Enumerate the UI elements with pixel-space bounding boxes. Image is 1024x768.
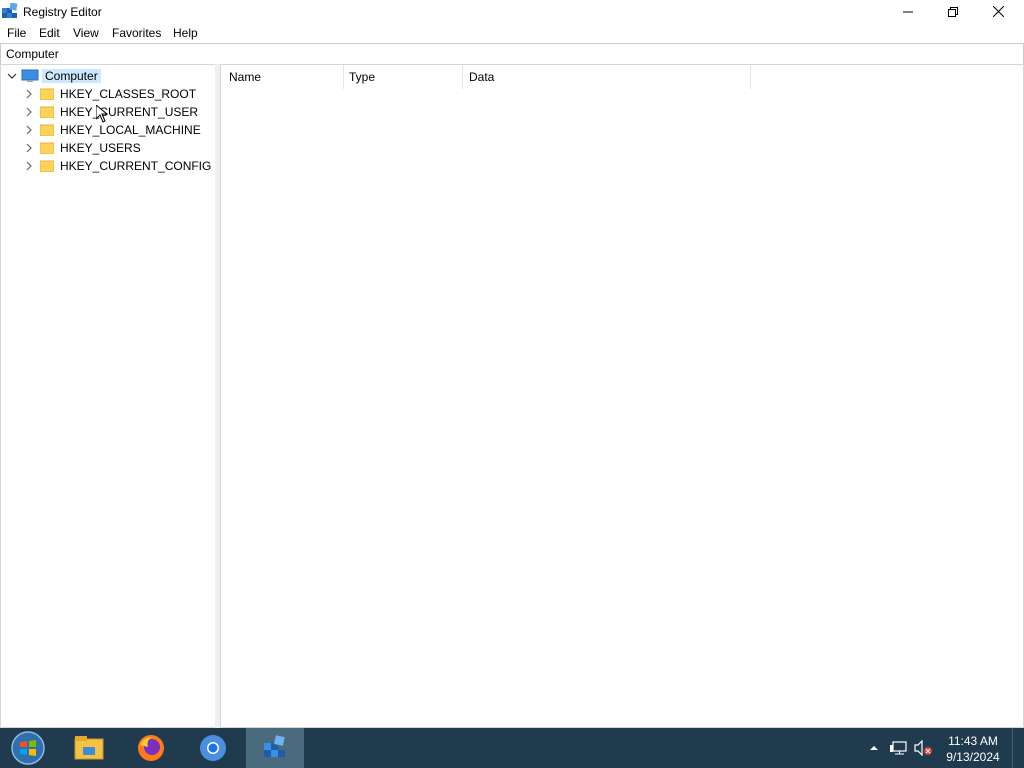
menu-view[interactable]: View — [73, 26, 99, 40]
clock-time: 11:43 AM — [948, 734, 998, 748]
volume-muted-icon — [914, 740, 932, 756]
restore-button[interactable] — [930, 0, 975, 23]
registry-editor-icon — [2, 3, 18, 18]
taskbar-clock[interactable]: 11:43 AM 9/13/2024 — [938, 733, 1008, 765]
show-hidden-icons-button[interactable] — [866, 738, 882, 758]
folder-icon — [40, 160, 54, 172]
tree-item-computer[interactable]: Computer — [7, 67, 101, 85]
menu-help[interactable]: Help — [173, 26, 198, 40]
tree-item-label: HKEY_USERS — [60, 141, 141, 155]
menu-bar: File Edit View Favorites Help — [0, 23, 1024, 43]
tree-item-hkey-users[interactable]: HKEY_USERS — [24, 139, 141, 157]
chevron-right-icon[interactable] — [24, 143, 34, 153]
folder-icon — [40, 124, 54, 136]
chevron-right-icon[interactable] — [24, 107, 34, 117]
title-bar: Registry Editor — [0, 0, 1024, 23]
tree-item-hkey-current-config[interactable]: HKEY_CURRENT_CONFIG — [24, 157, 211, 175]
menu-edit[interactable]: Edit — [39, 26, 60, 40]
network-icon — [890, 741, 907, 755]
chevron-right-icon[interactable] — [24, 161, 34, 171]
taskbar-chrome[interactable] — [184, 728, 242, 768]
tree-item-hkey-current-user[interactable]: HKEY_CURRENT_USER — [24, 103, 198, 121]
chevron-up-icon — [870, 746, 878, 750]
file-explorer-icon — [74, 736, 104, 760]
chrome-icon — [200, 735, 226, 761]
column-divider[interactable] — [343, 65, 344, 89]
chevron-right-icon[interactable] — [24, 89, 34, 99]
tree-item-hkey-local-machine[interactable]: HKEY_LOCAL_MACHINE — [24, 121, 201, 139]
start-button[interactable] — [0, 728, 56, 768]
show-desktop-button[interactable] — [1012, 728, 1024, 768]
minimize-icon — [902, 11, 913, 12]
menu-file[interactable]: File — [7, 26, 26, 40]
address-value: Computer — [6, 47, 59, 61]
network-tray-button[interactable] — [888, 738, 910, 758]
tree-item-label: HKEY_CURRENT_CONFIG — [60, 159, 212, 173]
tree-item-label: Computer — [42, 69, 101, 83]
registry-editor-icon — [264, 735, 285, 757]
values-list-pane[interactable]: Name Type Data — [220, 64, 1024, 728]
close-button[interactable] — [976, 0, 1021, 23]
clock-date: 9/13/2024 — [946, 750, 1000, 764]
taskbar-file-explorer[interactable] — [60, 728, 118, 768]
volume-tray-button[interactable] — [912, 738, 934, 758]
key-tree-pane[interactable]: Computer HKEY_CLASSES_ROOT HKEY_CURRENT_… — [0, 64, 216, 728]
taskbar: 11:43 AM 9/13/2024 — [0, 728, 1024, 768]
window-title: Registry Editor — [23, 5, 102, 19]
tree-item-label: HKEY_LOCAL_MACHINE — [60, 123, 201, 137]
computer-icon — [21, 69, 39, 82]
close-icon — [993, 6, 1004, 17]
firefox-icon — [138, 735, 164, 761]
address-bar[interactable]: Computer — [0, 43, 1024, 65]
column-header-data[interactable]: Data — [469, 65, 749, 89]
taskbar-firefox[interactable] — [122, 728, 180, 768]
taskbar-registry-editor[interactable] — [246, 728, 304, 768]
chevron-down-icon[interactable] — [7, 71, 17, 81]
column-header-type[interactable]: Type — [349, 65, 459, 89]
minimize-button[interactable] — [885, 0, 930, 23]
tree-item-hkey-classes-root[interactable]: HKEY_CLASSES_ROOT — [24, 85, 196, 103]
mouse-cursor-icon — [96, 105, 108, 123]
menu-favorites[interactable]: Favorites — [112, 26, 161, 40]
windows-start-icon — [11, 731, 45, 765]
chevron-right-icon[interactable] — [24, 125, 34, 135]
tree-item-label: HKEY_CURRENT_USER — [60, 105, 199, 119]
tree-item-label: HKEY_CLASSES_ROOT — [60, 87, 197, 101]
column-divider[interactable] — [750, 65, 751, 89]
folder-icon — [40, 142, 54, 154]
column-header-name[interactable]: Name — [229, 65, 341, 89]
folder-icon — [40, 106, 54, 118]
column-divider[interactable] — [462, 65, 463, 89]
folder-icon — [40, 88, 54, 100]
restore-icon — [947, 6, 958, 17]
